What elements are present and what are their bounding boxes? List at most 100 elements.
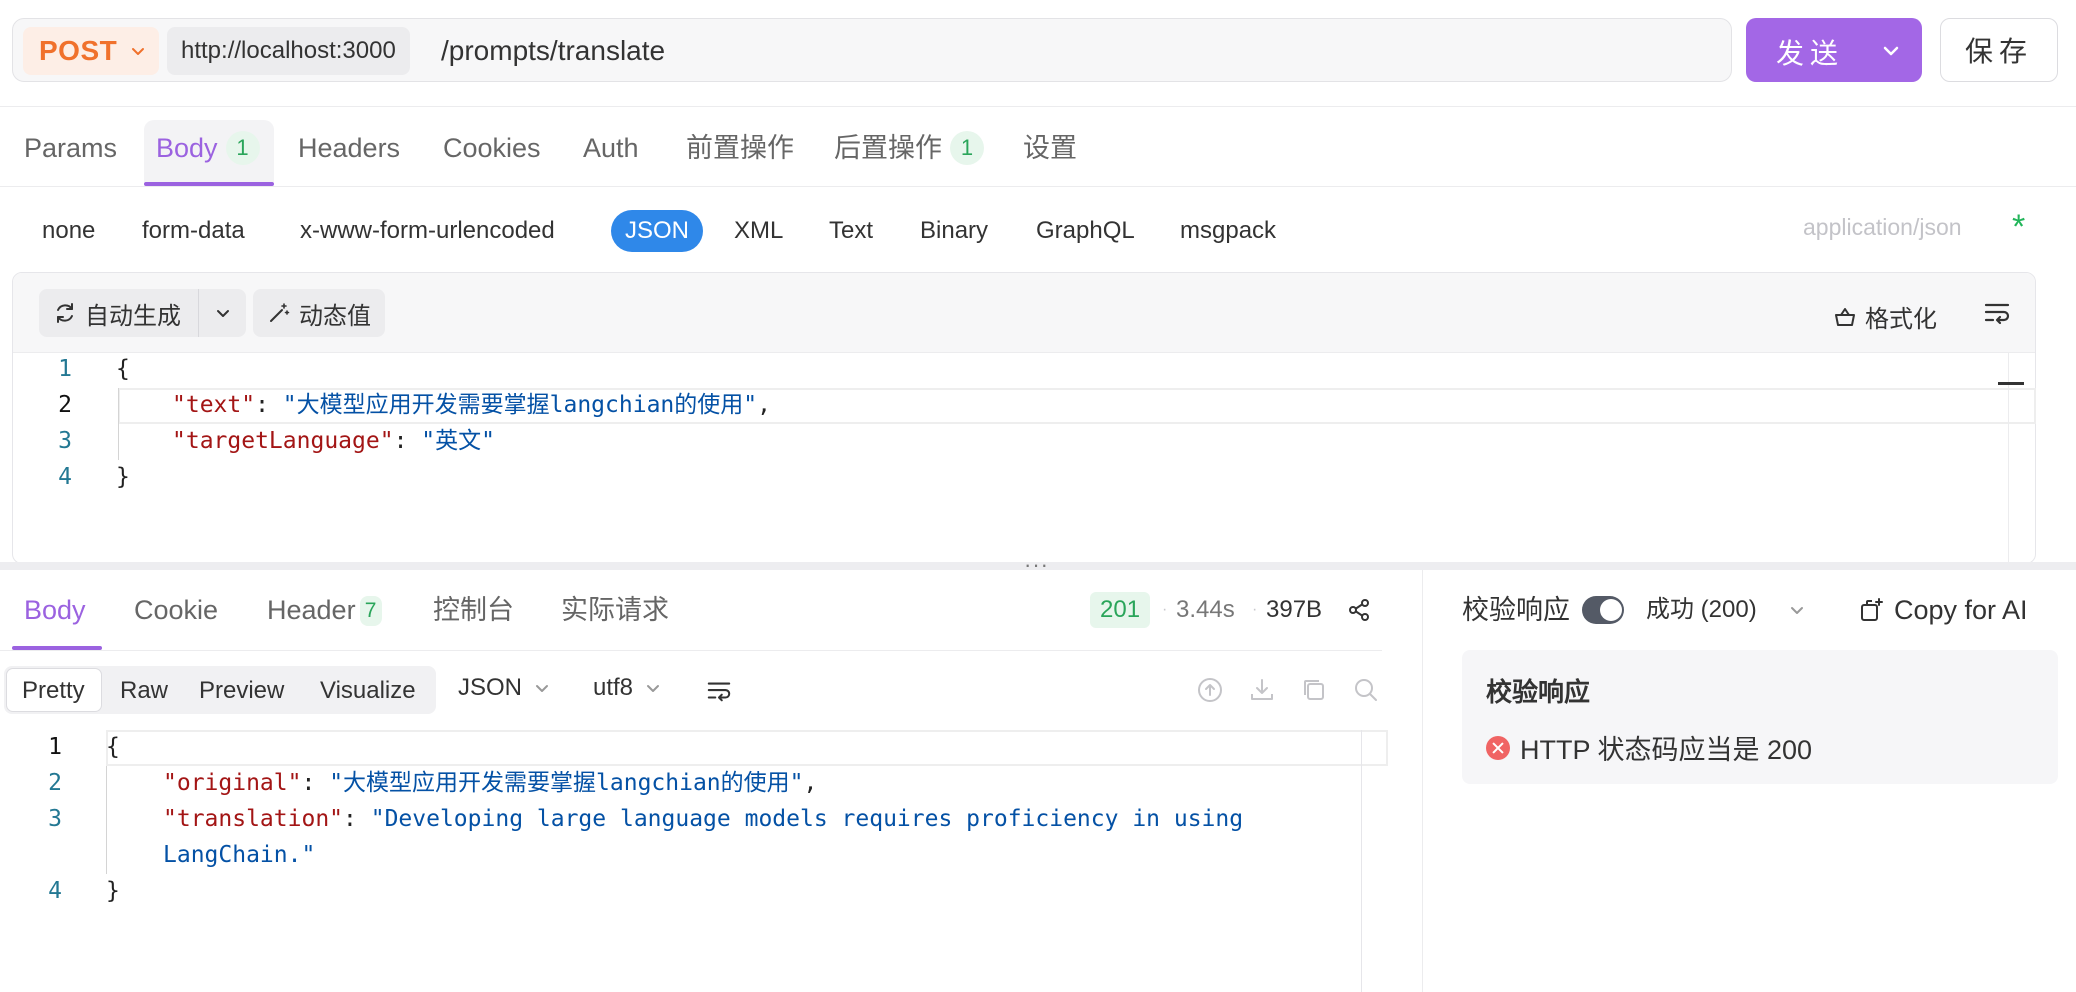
tab-settings[interactable]: 设置 [1023, 128, 1077, 168]
code-line: { [116, 351, 130, 387]
tab-body-label: Body [156, 133, 218, 163]
response-format-select[interactable]: JSON [458, 674, 552, 702]
wrap-lines-icon[interactable] [706, 678, 732, 704]
editor-toolbar: 自动生成 动态值 格式化 [13, 273, 2035, 353]
tab-auth[interactable]: Auth [583, 128, 639, 168]
line-number: 1 [58, 356, 72, 382]
response-tab-cookie[interactable]: Cookie [134, 592, 218, 628]
json-value: "Developing large language models requir… [370, 806, 1244, 832]
chevron-down-icon[interactable] [1880, 40, 1902, 62]
code-line: { [106, 729, 120, 765]
url-path-input[interactable]: /prompts/translate [441, 33, 665, 69]
method-label: POST [39, 35, 118, 66]
meta-separator: · [1162, 601, 1168, 618]
upload-icon[interactable] [1196, 676, 1224, 704]
auto-generate-dropdown[interactable] [198, 289, 246, 337]
tab-post-operations-label: 后置操作 [834, 133, 942, 163]
response-tab-header-label: Header [267, 595, 356, 625]
save-button[interactable]: 保存 [1940, 18, 2058, 82]
format-button[interactable]: 格式化 [1833, 299, 1937, 334]
url-bar: POST http://localhost:3000 /prompts/tran… [12, 18, 1732, 82]
method-select[interactable]: POST [23, 27, 159, 75]
download-icon[interactable] [1248, 676, 1276, 704]
magic-wand-icon [270, 303, 290, 322]
validate-response-label: 校验响应 [1462, 595, 1570, 625]
validation-status-select[interactable]: 成功 (200) [1646, 594, 1807, 626]
drag-handle-icon[interactable]: ··· [1024, 554, 1049, 576]
body-type-xml[interactable]: XML [734, 210, 783, 252]
response-tab-console[interactable]: 控制台 [433, 592, 514, 628]
copy-icon[interactable] [1300, 676, 1328, 704]
line-number: 4 [58, 464, 72, 490]
scrollbar-thumb[interactable] [1998, 382, 2024, 385]
copy-for-ai-label: Copy for AI [1894, 595, 2028, 625]
refresh-icon [57, 303, 73, 323]
response-tab-header[interactable]: Header 7 [267, 592, 382, 628]
indent-guide [106, 766, 107, 874]
divider [0, 106, 2076, 107]
view-mode-raw[interactable]: Raw [120, 676, 168, 706]
meta-separator: · [1252, 601, 1258, 618]
copy-ai-icon [1861, 598, 1883, 621]
validation-card: 校验响应 HTTP 状态码应当是 200 [1462, 650, 2058, 784]
json-key: "original" [163, 770, 302, 796]
share-icon[interactable] [1346, 597, 1372, 623]
indent-guide [118, 388, 119, 460]
response-format-label: JSON [458, 674, 523, 701]
response-tab-header-badge: 7 [359, 596, 382, 626]
validate-response-toggle[interactable] [1582, 596, 1624, 624]
response-tab-actual-request[interactable]: 实际请求 [561, 592, 669, 628]
code-line: "targetLanguage": "英文" [172, 428, 495, 454]
response-panel-divider [1361, 730, 1362, 992]
search-icon[interactable] [1352, 676, 1380, 704]
code-line: } [106, 873, 120, 909]
view-mode-preview[interactable]: Preview [199, 676, 284, 706]
line-number: 2 [58, 392, 72, 418]
tab-body[interactable]: Body 1 [156, 128, 260, 168]
validation-card-title: 校验响应 [1486, 677, 1591, 707]
json-value: LangChain." [163, 842, 316, 868]
error-icon [1486, 735, 1510, 760]
status-badge: 201 [1090, 592, 1151, 628]
body-type-none[interactable]: none [42, 210, 95, 252]
brace-close: } [116, 464, 130, 490]
body-type-text[interactable]: Text [829, 210, 873, 252]
body-type-form-data[interactable]: form-data [142, 210, 245, 252]
body-type-graphql[interactable]: GraphQL [1036, 210, 1135, 252]
code-line: "translation": "Developing large languag… [163, 806, 1244, 832]
brace-close: } [106, 878, 120, 904]
tab-post-operations[interactable]: 后置操作 1 [834, 128, 984, 168]
response-encoding-select[interactable]: utf8 [593, 674, 663, 702]
json-value: "英文" [421, 428, 495, 454]
current-line-highlight [106, 730, 1388, 766]
body-type-msgpack[interactable]: msgpack [1180, 210, 1276, 252]
body-type-binary[interactable]: Binary [920, 210, 988, 252]
base-url[interactable]: http://localhost:3000 [167, 27, 410, 75]
tab-cookies[interactable]: Cookies [443, 128, 541, 168]
response-tab-body[interactable]: Body [24, 592, 86, 628]
view-mode-pretty[interactable]: Pretty [22, 676, 85, 706]
body-type-urlencoded[interactable]: x-www-form-urlencoded [300, 210, 555, 252]
body-type-json[interactable]: JSON [611, 210, 704, 252]
code-line-wrapped: LangChain." [163, 837, 315, 873]
json-value: "大模型应用开发需要掌握langchian的使用" [329, 770, 804, 796]
required-marker: * [2012, 208, 2026, 246]
validation-status-label: 成功 (200) [1646, 596, 1757, 623]
wrap-lines-icon[interactable] [1983, 299, 2011, 327]
dynamic-value-button[interactable]: 动态值 [253, 289, 385, 337]
json-key: "translation" [163, 806, 344, 832]
chevron-down-icon [647, 685, 660, 692]
send-button[interactable]: 发送 [1746, 18, 1922, 82]
response-encoding-label: utf8 [593, 674, 634, 701]
auto-generate-label: 自动生成 [85, 302, 181, 330]
auto-generate-button[interactable]: 自动生成 [39, 289, 199, 337]
tab-params[interactable]: Params [24, 128, 117, 168]
response-time: 3.44s [1176, 596, 1235, 623]
tab-headers[interactable]: Headers [298, 128, 400, 168]
tab-body-badge: 1 [225, 131, 260, 165]
line-number: 3 [58, 428, 72, 454]
dynamic-value-label: 动态值 [299, 302, 371, 330]
view-mode-visualize[interactable]: Visualize [320, 676, 416, 706]
copy-for-ai-button[interactable]: Copy for AI [1858, 592, 2028, 628]
tab-pre-operations[interactable]: 前置操作 [686, 128, 794, 168]
